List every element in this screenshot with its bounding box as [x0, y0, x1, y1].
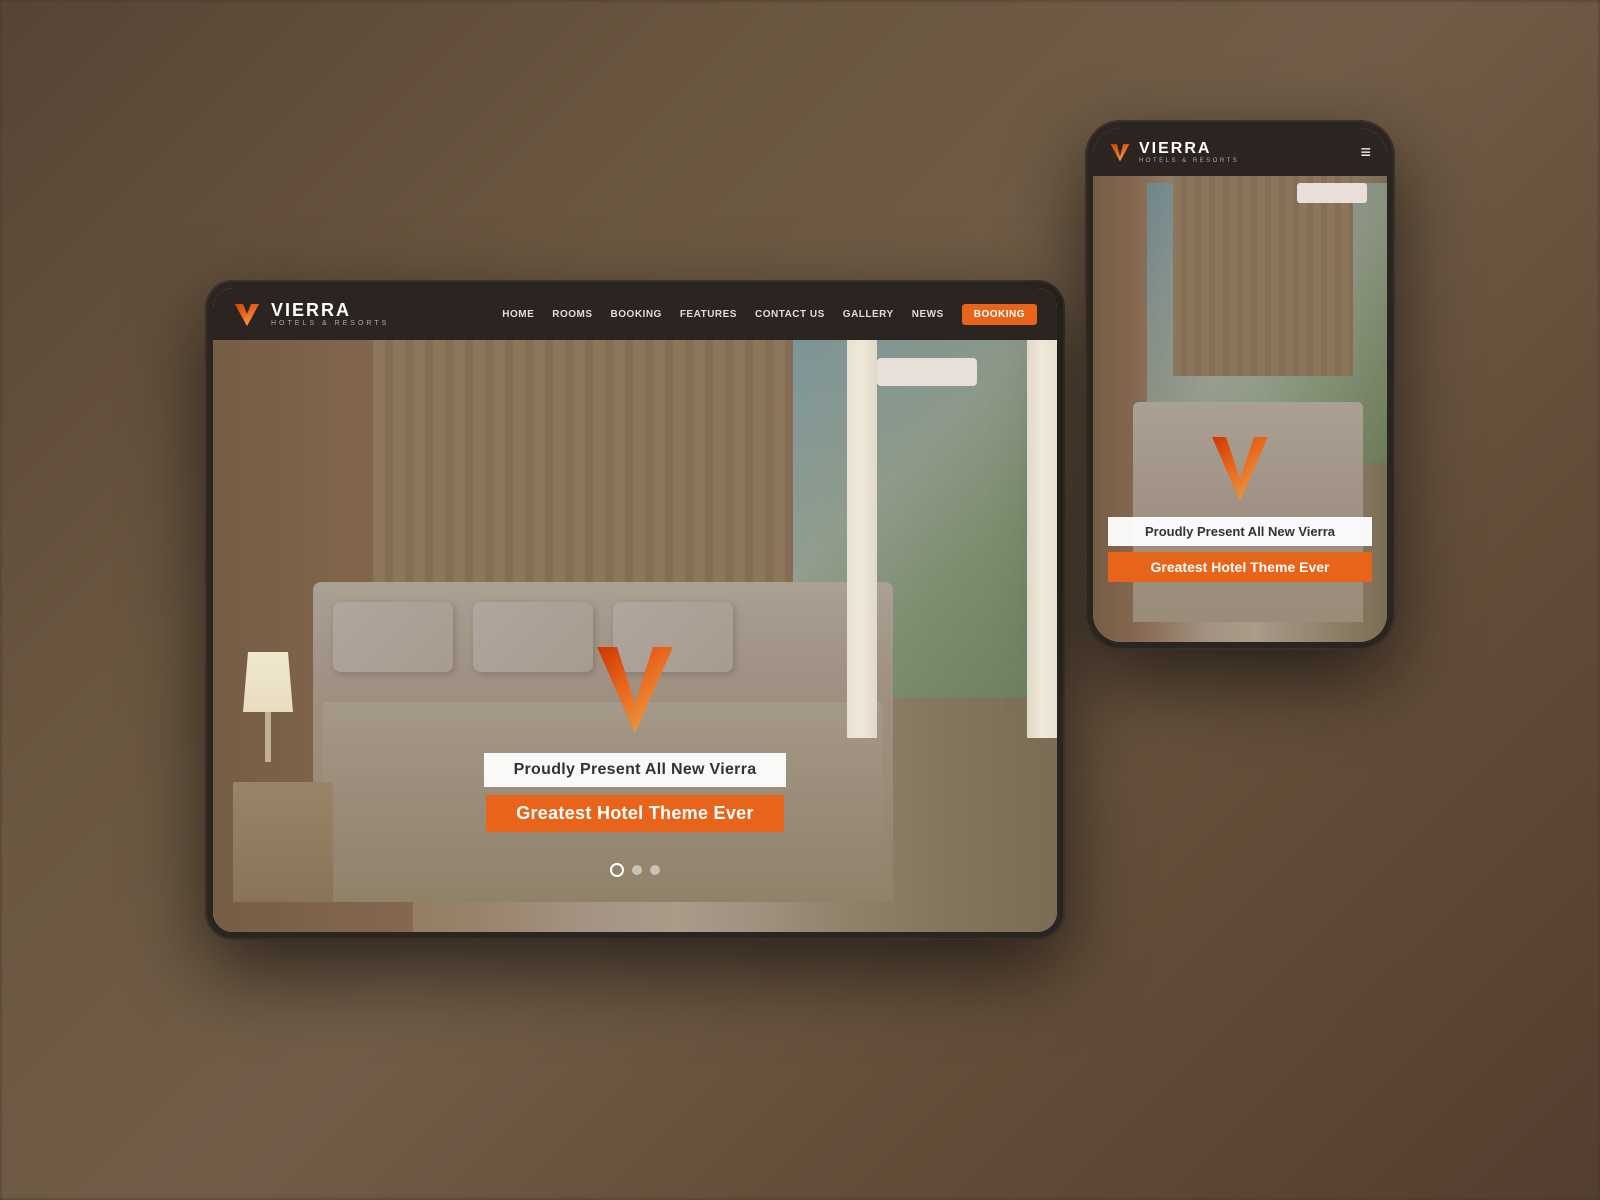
mobile-hero-subtitle: Proudly Present All New Vierra: [1108, 517, 1373, 546]
nav-home[interactable]: HOME: [502, 309, 534, 320]
mobile-hero-v-icon: [1210, 435, 1270, 503]
mobile-brand-subtitle: HOTELS & RESORTS: [1139, 158, 1239, 164]
mobile-hero-content: Proudly Present All New Vierra Greatest …: [1093, 435, 1387, 582]
mobile-logo-v-icon: [1109, 141, 1131, 163]
nav-booking[interactable]: BOOKING: [611, 309, 662, 320]
hero-title-text: Greatest Hotel Theme Ever: [486, 795, 784, 832]
logo-text: VIERRA HOTELS & RESORTS: [271, 301, 389, 327]
mobile-navbar: VIERRA HOTELS & RESORTS ≡: [1093, 128, 1387, 176]
tablet-navbar: VIERRA HOTELS & RESORTS HOME ROOMS BOOKI…: [213, 288, 1057, 340]
dot-3[interactable]: [650, 865, 660, 875]
dot-2[interactable]: [632, 865, 642, 875]
nav-rooms[interactable]: ROOMS: [552, 309, 592, 320]
nav-news[interactable]: NEWS: [912, 309, 944, 320]
mobile-hero-title: Greatest Hotel Theme Ever: [1108, 552, 1373, 582]
logo-brand-subtitle: HOTELS & RESORTS: [271, 320, 389, 327]
slider-dots: [213, 863, 1057, 877]
mobile-logo-area: VIERRA HOTELS & RESORTS: [1109, 140, 1239, 164]
hero-subtitle-text: Proudly Present All New Vierra: [484, 753, 787, 787]
tablet-hero-content: Proudly Present All New Vierra Greatest …: [213, 645, 1057, 832]
mobile-ac-unit: [1297, 183, 1367, 203]
logo-brand-name: VIERRA: [271, 301, 389, 319]
nav-features[interactable]: FEATURES: [680, 309, 737, 320]
mobile-brand-name: VIERRA: [1139, 140, 1239, 158]
nav-links: HOME ROOMS BOOKING FEATURES CONTACT US G…: [502, 304, 1037, 325]
hamburger-menu-icon[interactable]: ≡: [1360, 142, 1371, 163]
main-container: VIERRA HOTELS & RESORTS HOME ROOMS BOOKI…: [0, 0, 1600, 1200]
tablet-screen: VIERRA HOTELS & RESORTS HOME ROOMS BOOKI…: [213, 288, 1057, 932]
mobile-screen: VIERRA HOTELS & RESORTS ≡: [1093, 128, 1387, 642]
tablet-device: VIERRA HOTELS & RESORTS HOME ROOMS BOOKI…: [205, 280, 1065, 940]
mobile-logo-text: VIERRA HOTELS & RESORTS: [1139, 140, 1239, 164]
logo-v-icon: [233, 300, 261, 328]
nav-contact[interactable]: CONTACT US: [755, 309, 825, 320]
ac-unit: [877, 358, 977, 386]
nav-gallery[interactable]: GALLERY: [843, 309, 894, 320]
nav-booking-button[interactable]: BOOKING: [962, 304, 1037, 325]
logo-area: VIERRA HOTELS & RESORTS: [233, 300, 389, 328]
dot-1[interactable]: [610, 863, 624, 877]
mobile-device: VIERRA HOTELS & RESORTS ≡: [1085, 120, 1395, 650]
hero-v-logo-icon: [595, 645, 675, 735]
